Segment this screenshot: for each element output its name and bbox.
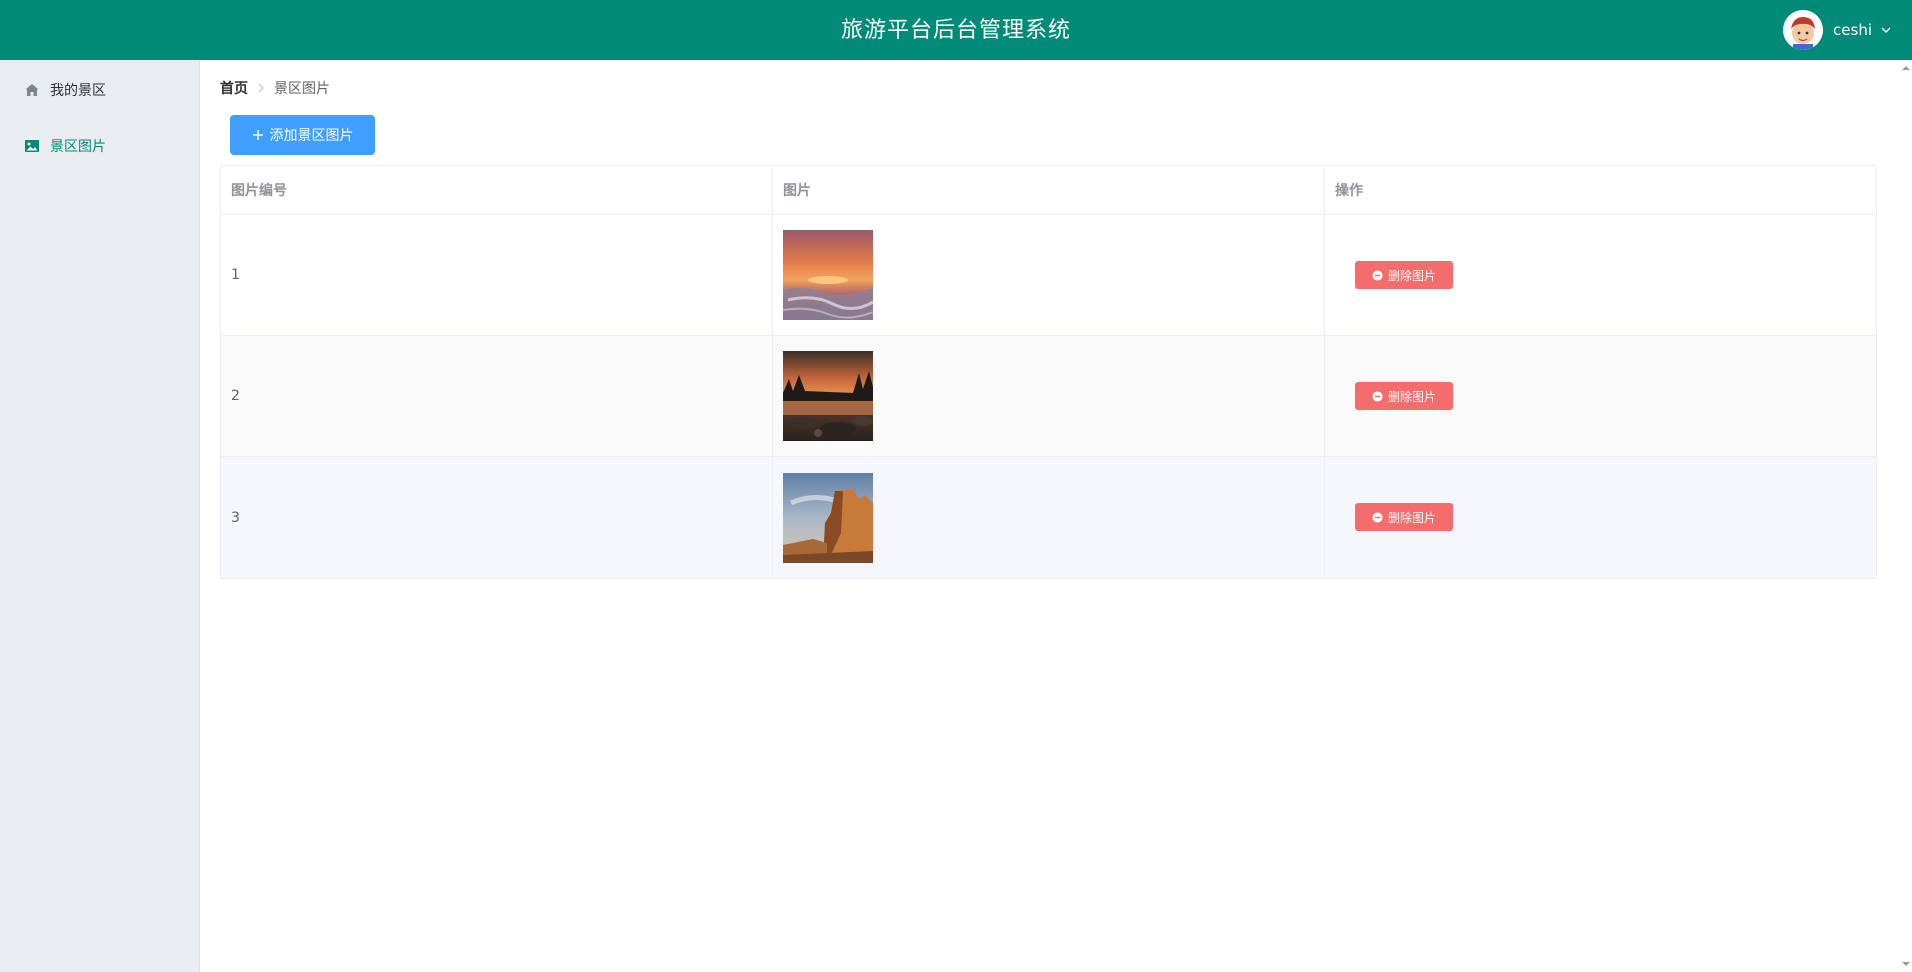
picture-id-cell: 2	[221, 336, 773, 456]
delete-picture-label: 删除图片	[1387, 510, 1436, 525]
pictures-table: 图片编号 图片 操作 1 删除图片 2 删除图片 3 删除图片	[220, 165, 1877, 579]
delete-picture-label: 删除图片	[1387, 389, 1436, 404]
column-header-image: 图片	[773, 166, 1325, 214]
app-root: 旅游平台后台管理系统 ceshi 我的景区 景区图片 首页 景区图片 添加景区图…	[0, 0, 1912, 972]
breadcrumb-home-link[interactable]: 首页	[220, 78, 248, 98]
sidebar-item-scenic-pictures[interactable]: 景区图片	[0, 118, 199, 174]
column-header-id: 图片编号	[221, 166, 773, 214]
sidebar-item-label: 我的景区	[50, 83, 106, 99]
river-dusk-thumbnail[interactable]	[783, 351, 873, 441]
chevron-down-icon[interactable]	[1880, 24, 1892, 36]
vertical-scrollbar[interactable]	[1900, 60, 1912, 972]
avatar[interactable]	[1783, 10, 1824, 50]
delete-picture-button[interactable]: 删除图片	[1355, 261, 1453, 289]
chevron-right-icon	[258, 83, 264, 93]
plus-icon	[252, 130, 263, 140]
delete-picture-label: 删除图片	[1387, 268, 1436, 283]
picture-cell	[773, 336, 1325, 456]
remove-circle-icon	[1372, 390, 1383, 402]
actions-cell: 删除图片	[1325, 336, 1876, 456]
column-header-actions: 操作	[1335, 183, 1363, 199]
sidebar: 我的景区 景区图片	[0, 60, 200, 972]
picture-id-cell: 3	[221, 457, 773, 578]
main-content: 首页 景区图片 添加景区图片 图片编号 图片 操作 1 删除图片 2 删除图片 …	[200, 60, 1912, 972]
home-icon	[25, 84, 39, 96]
table-header-row: 图片编号 图片 操作	[221, 166, 1876, 215]
remove-circle-icon	[1372, 511, 1383, 523]
avatar-icon	[1783, 10, 1824, 50]
actions-cell: 删除图片	[1325, 457, 1876, 578]
scroll-up-icon[interactable]	[1902, 64, 1910, 72]
top-header: 旅游平台后台管理系统 ceshi	[0, 0, 1912, 60]
remove-circle-icon	[1372, 269, 1383, 281]
sidebar-item-label: 景区图片	[50, 139, 106, 155]
picture-cell	[773, 457, 1325, 578]
add-picture-button[interactable]: 添加景区图片	[230, 115, 375, 155]
app-title: 旅游平台后台管理系统	[840, 18, 1071, 43]
table-row: 3 删除图片	[221, 457, 1876, 578]
sidebar-item-my-scenic[interactable]: 我的景区	[0, 62, 199, 118]
add-picture-label: 添加景区图片	[269, 128, 354, 144]
desert-cliff-thumbnail[interactable]	[783, 472, 873, 563]
table-row: 2 删除图片	[221, 336, 1876, 457]
delete-picture-button[interactable]: 删除图片	[1355, 382, 1453, 410]
breadcrumb-current: 景区图片	[274, 81, 330, 97]
actions-cell: 删除图片	[1325, 215, 1876, 335]
table-row: 1 删除图片	[221, 215, 1876, 336]
breadcrumb: 首页 景区图片	[220, 78, 330, 98]
picture-cell	[773, 215, 1325, 335]
sunset-sea-thumbnail[interactable]	[783, 230, 873, 320]
user-menu[interactable]: ceshi	[1783, 10, 1892, 50]
scroll-down-icon[interactable]	[1902, 960, 1910, 968]
picture-icon	[25, 140, 39, 152]
delete-picture-button[interactable]: 删除图片	[1355, 503, 1453, 531]
picture-id-cell: 1	[221, 215, 773, 335]
username-label[interactable]: ceshi	[1833, 21, 1872, 39]
